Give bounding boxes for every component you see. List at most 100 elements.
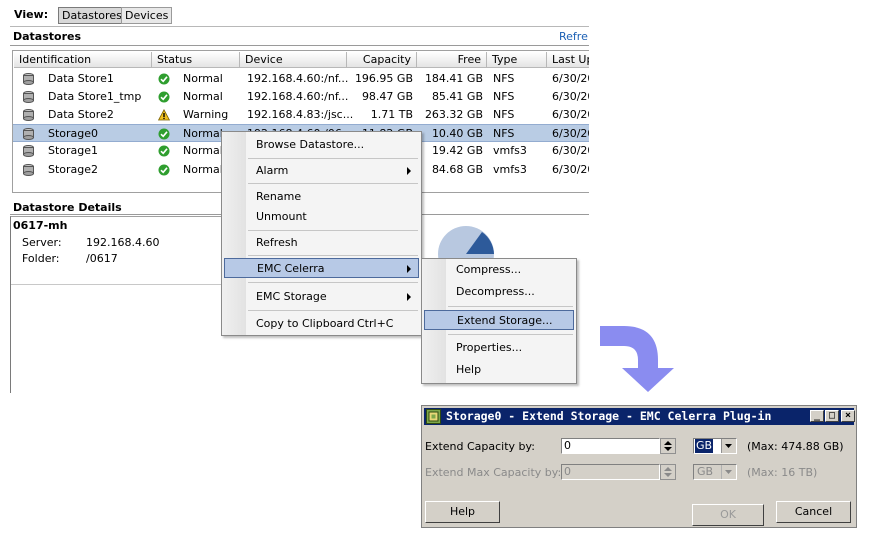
chevron-right-icon [407,293,411,301]
extend-storage-menu-item[interactable]: Extend Storage... [424,310,574,330]
server-value: 192.168.4.60 [86,236,160,249]
extend-max-capacity-max: (Max: 16 TB) [747,466,818,479]
device-text: 192.168.4.83:/jsc... [247,108,354,121]
datastore-icon [23,73,34,85]
free-text: 10.40 GB [431,127,483,140]
column-header-identification[interactable]: Identification [14,52,152,68]
table-row[interactable]: Data Store1_tmp Normal 192.168.4.60:/nf.… [13,88,589,106]
extend-capacity-label: Extend Capacity by: [425,440,535,453]
status-text: Normal [183,127,223,140]
maximize-button[interactable]: □ [825,410,839,422]
datastore-icon [23,145,34,157]
last-update-text: 6/30/20 [552,163,589,176]
emc-celerra-menu-item[interactable]: EMC Celerra [224,258,419,278]
plugin-icon [426,409,441,424]
extend-max-capacity-input[interactable]: 0 [561,464,660,480]
extend-capacity-unit-select[interactable]: GB [693,438,737,454]
copy-to-clipboard-menu-item[interactable]: Copy to Clipboard [256,314,354,334]
extend-max-capacity-label: Extend Max Capacity by: [425,466,562,479]
devices-view-button[interactable]: Devices [121,7,173,24]
datastores-title: Datastores [13,30,82,43]
column-header-device[interactable]: Device [240,52,347,68]
status-text: Normal [183,72,223,85]
menu-separator [448,334,573,335]
emc-storage-menu-item[interactable]: EMC Storage [256,287,327,307]
server-label: Server: [22,236,62,249]
column-header-type[interactable]: Type [487,52,547,68]
free-text: 85.41 GB [431,90,483,103]
menu-separator [248,255,418,256]
status-text: Warning [183,108,229,121]
capacity-text: 196.95 GB [354,72,413,85]
status-text: Normal [183,90,223,103]
ok-button[interactable]: OK [692,504,764,526]
usage-pie-icon [438,226,494,260]
extend-max-capacity-unit-select[interactable]: GB [693,464,737,480]
refresh-link[interactable]: Refre [559,30,588,43]
datastore-name: Storage2 [48,163,99,176]
column-header-capacity[interactable]: Capacity [347,52,417,68]
close-button[interactable]: × [841,410,855,422]
chevron-down-icon [725,470,732,474]
extend-max-capacity-spinner[interactable] [660,464,676,480]
free-text: 19.42 GB [431,144,483,157]
datastore-name: Storage1 [48,144,99,157]
type-text: vmfs3 [493,144,527,157]
capacity-text: 1.71 TB [370,108,413,121]
menu-gutter [222,132,246,335]
free-text: 84.68 GB [431,163,483,176]
curved-arrow-icon [600,326,674,392]
check-icon [158,73,170,85]
decompress-menu-item[interactable]: Decompress... [456,282,535,302]
type-text: NFS [493,90,515,103]
menu-separator [248,183,418,184]
check-icon [158,128,170,140]
properties-menu-item[interactable]: Properties... [456,338,522,358]
rename-menu-item[interactable]: Rename [256,187,301,207]
dropdown-button[interactable] [721,439,736,453]
type-text: NFS [493,108,515,121]
type-text: NFS [493,72,515,85]
unmount-menu-item[interactable]: Unmount [256,207,307,227]
help-menu-item[interactable]: Help [456,360,481,380]
extend-capacity-input[interactable]: 0 [561,438,660,454]
chevron-right-icon [407,167,411,175]
spinner-arrows-icon [664,467,672,477]
datastores-view-button[interactable]: Datastores [58,7,126,24]
column-header-last-update[interactable]: Last Up [547,52,589,68]
table-row[interactable]: Data Store1 Normal 192.168.4.60:/nf... 1… [13,70,589,88]
type-text: NFS [493,127,515,140]
minimize-button[interactable]: _ [810,410,824,422]
compress-menu-item[interactable]: Compress... [456,260,521,280]
context-menu: Browse Datastore... Alarm Rename Unmount… [221,131,422,336]
datastore-icon [23,164,34,176]
folder-value: /0617 [86,252,118,265]
status-text: Normal [183,144,223,157]
extend-capacity-spinner[interactable] [660,438,676,454]
alarm-menu-item[interactable]: Alarm [256,161,288,181]
browse-datastore-menu-item[interactable]: Browse Datastore... [256,135,364,155]
column-header-free[interactable]: Free [417,52,487,68]
device-text: 192.168.4.60:/nf... [247,72,349,85]
warning-icon [158,109,170,121]
menu-separator [248,282,418,283]
extend-storage-dialog: Storage0 - Extend Storage - EMC Celerra … [421,405,857,528]
status-text: Normal [183,163,223,176]
unit-selected-text: GB [697,465,714,478]
cancel-button[interactable]: Cancel [776,501,851,523]
help-button[interactable]: Help [425,501,500,523]
divider [10,26,589,27]
dropdown-button[interactable] [721,465,736,479]
column-header-status[interactable]: Status [152,52,240,68]
last-update-text: 6/30/20 [552,90,589,103]
dialog-title: Storage0 - Extend Storage - EMC Celerra … [446,409,772,423]
check-icon [158,164,170,176]
refresh-menu-item[interactable]: Refresh [256,233,298,253]
extend-capacity-max: (Max: 474.88 GB) [747,440,844,453]
view-label: View: [14,8,49,21]
free-text: 263.32 GB [424,108,483,121]
datastore-icon [23,128,34,140]
datastore-detail-name: 0617-mh [13,219,68,232]
menu-separator [448,306,573,307]
table-row[interactable]: Data Store2 Warning 192.168.4.83:/jsc...… [13,106,589,124]
